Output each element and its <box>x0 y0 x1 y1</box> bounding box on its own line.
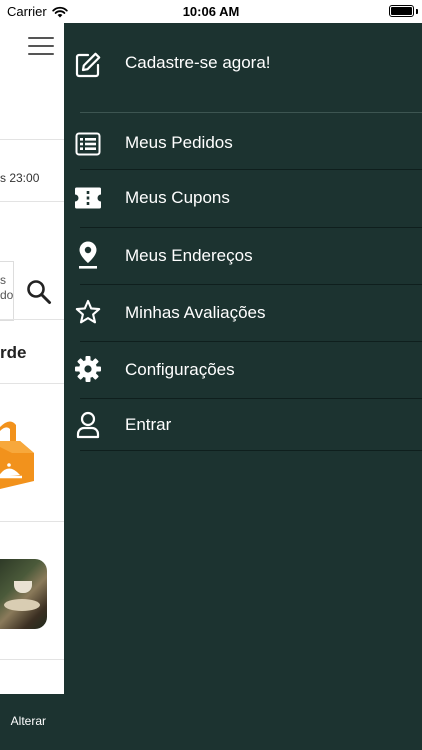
menu-item-addresses[interactable]: Meus Endereços <box>64 231 422 283</box>
user-icon <box>74 411 102 439</box>
cup-shape <box>14 581 32 593</box>
register-label: Cadastre-se agora! <box>125 53 271 72</box>
search-text-line-2: do <box>0 288 14 302</box>
reviews-label: Minhas Avaliações <box>125 303 266 322</box>
search-text-line-1: s <box>0 273 6 287</box>
orders-label: Meus Pedidos <box>125 133 233 152</box>
divider <box>80 284 422 285</box>
menu-item-orders[interactable]: Meus Pedidos <box>64 119 422 169</box>
divider <box>0 521 64 522</box>
alterar-button[interactable]: Alterar <box>11 714 46 728</box>
search-icon[interactable] <box>26 279 52 305</box>
navigation-drawer: Cadastre-se agora! Meus Pedidos Meus Cup… <box>64 23 422 750</box>
menu-item-reviews[interactable]: Minhas Avaliações <box>64 288 422 340</box>
search-field-text: s do <box>0 273 13 303</box>
divider <box>0 383 64 384</box>
background-app: s 23:00 s do rde Alterar <box>0 23 64 750</box>
battery-icon <box>389 5 414 17</box>
addresses-label: Meus Endereços <box>125 246 253 265</box>
list-icon <box>74 130 102 158</box>
menu-item-register[interactable]: Cadastre-se agora! <box>64 43 422 87</box>
battery-cap <box>416 9 418 14</box>
product-image[interactable] <box>0 559 47 629</box>
divider <box>0 201 64 202</box>
ticket-icon <box>74 184 102 212</box>
star-icon <box>74 298 102 326</box>
divider <box>0 319 64 320</box>
bottom-bar: Alterar <box>0 694 64 750</box>
opening-hours-text: s 23:00 <box>0 171 40 185</box>
divider <box>80 450 422 451</box>
section-title: rde <box>0 343 27 362</box>
menu-item-coupons[interactable]: Meus Cupons <box>64 173 422 225</box>
divider <box>80 398 422 399</box>
edit-icon <box>74 51 102 79</box>
divider <box>80 169 422 170</box>
plate-shape <box>4 599 40 611</box>
delivery-bag-icon <box>0 421 34 489</box>
divider <box>80 227 422 228</box>
gear-icon <box>74 355 102 383</box>
divider <box>80 341 422 342</box>
coupons-label: Meus Cupons <box>125 188 230 207</box>
location-pin-icon <box>74 241 102 269</box>
menu-item-settings[interactable]: Configurações <box>64 345 422 397</box>
divider <box>0 139 64 140</box>
menu-item-login[interactable]: Entrar <box>64 402 422 450</box>
divider <box>0 659 64 660</box>
hamburger-menu-icon[interactable] <box>28 37 54 55</box>
status-time: 10:06 AM <box>182 4 240 19</box>
settings-label: Configurações <box>125 360 235 379</box>
divider <box>80 112 422 113</box>
screen: Carrier 10:06 AM s 23:00 s do rde Altera… <box>0 0 422 750</box>
login-label: Entrar <box>125 415 172 434</box>
status-bar: Carrier 10:06 AM <box>0 0 422 23</box>
